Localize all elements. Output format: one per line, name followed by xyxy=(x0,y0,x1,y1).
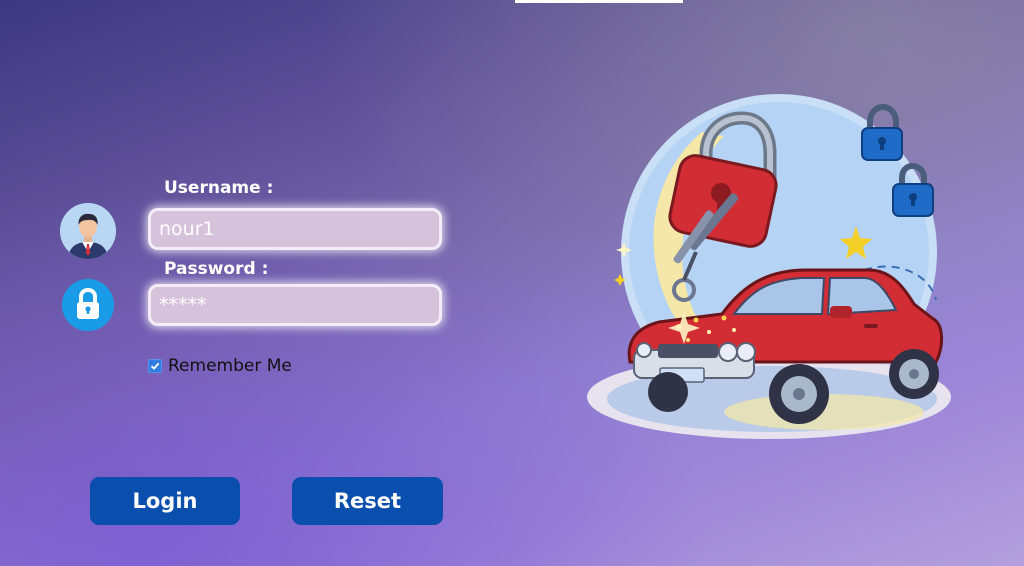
reset-button[interactable]: Reset xyxy=(292,477,443,525)
check-icon xyxy=(150,362,160,370)
remember-me-label: Remember Me xyxy=(168,356,292,376)
login-button[interactable]: Login xyxy=(90,477,240,525)
password-input[interactable] xyxy=(148,284,442,326)
username-input[interactable] xyxy=(148,208,442,250)
password-label: Password : xyxy=(164,259,269,279)
remember-me-checkbox[interactable] xyxy=(148,359,162,373)
top-image-fragment xyxy=(515,0,683,3)
lock-icon xyxy=(62,279,114,331)
username-label: Username : xyxy=(164,178,274,198)
user-avatar-icon xyxy=(60,203,116,259)
remember-me-row[interactable]: Remember Me xyxy=(148,356,292,376)
car-keys-padlock-illustration xyxy=(584,92,954,448)
